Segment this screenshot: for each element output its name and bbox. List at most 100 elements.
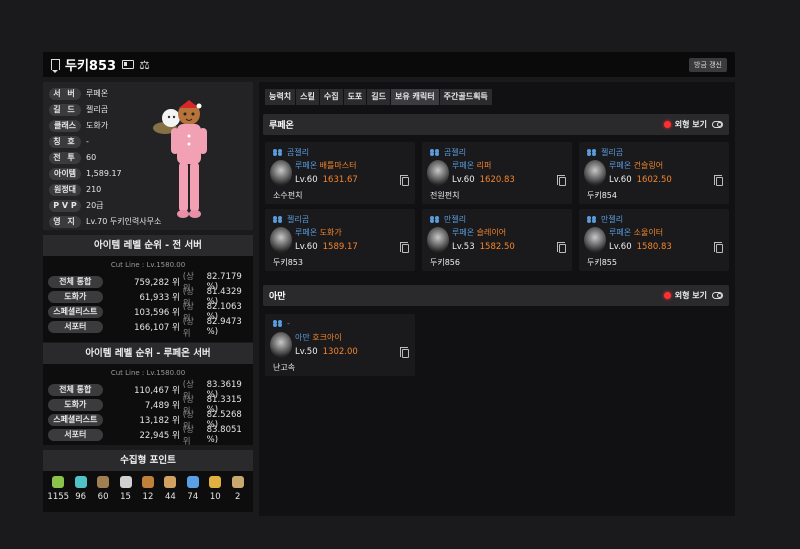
card-level-line: Lv.60 1620.83	[452, 175, 515, 185]
copy-icon[interactable]	[714, 242, 723, 253]
card-server-class: 루페온 소울이터	[609, 227, 663, 238]
character-portrait	[584, 160, 606, 186]
rank-label: 전체 통합	[48, 275, 103, 288]
collectible-item[interactable]: 60	[93, 476, 113, 502]
refresh-button[interactable]: 방금 갱신	[689, 57, 727, 72]
appearance-toggle[interactable]: 외형 보기	[663, 119, 723, 130]
copy-icon[interactable]	[400, 175, 409, 186]
main-panel: 능력치 스킬 수집 도포 길드 보유 캐릭터 주간골드획득 루페온 외형 보기 …	[259, 82, 735, 516]
rank-server-title: 아이템 레벨 순위 - 루페온 서버	[43, 343, 253, 364]
cutline-text: Cut Line : Lv.1580.00	[110, 261, 186, 269]
red-dot-icon	[663, 121, 671, 128]
card-server: 루페온	[609, 161, 632, 170]
card-level-line: Lv.53 1582.50	[452, 242, 515, 252]
toggle-icon[interactable]	[712, 292, 723, 299]
collectible-item[interactable]: 12	[138, 476, 158, 502]
card-level-line: Lv.60 1602.50	[609, 175, 672, 185]
world-tree-leaf-icon	[186, 476, 199, 488]
rank-value: 759,282 위	[134, 277, 180, 288]
copy-icon[interactable]	[557, 175, 566, 186]
card-guild: 젤리곰	[273, 214, 309, 225]
copy-icon[interactable]	[714, 175, 723, 186]
rank-value: 7,489 위	[144, 400, 180, 411]
collectible-item[interactable]: 74	[183, 476, 203, 502]
profile-label: 길 드	[49, 103, 81, 116]
section-server-name: 아만	[269, 292, 286, 302]
collectibles-title: 수집형 포인트	[43, 450, 253, 471]
profile-label: 전 투	[49, 151, 81, 164]
scale-icon[interactable]: ⚖	[139, 59, 150, 71]
character-card[interactable]: - 아만 호크아이 Lv.50 1302.00 난고속	[265, 314, 415, 376]
collectible-item[interactable]: 2	[228, 476, 248, 502]
card-guild: 만젤리	[430, 214, 466, 225]
character-card[interactable]: 곰젤리 루페온 리퍼 Lv.60 1620.83 전원펀치	[422, 142, 572, 204]
card-level-line: Lv.50 1302.00	[295, 347, 358, 357]
toggle-icon[interactable]	[712, 121, 723, 128]
guild-members-icon	[430, 149, 440, 156]
copy-icon[interactable]	[400, 242, 409, 253]
card-server-class: 루페온 도화가	[295, 227, 342, 238]
tab-weekly-gold[interactable]: 주간골드획득	[439, 89, 492, 105]
collectible-count: 44	[164, 492, 176, 502]
card-guild-name: -	[287, 319, 290, 328]
card-server-class: 루페온 슬레이어	[452, 227, 506, 238]
profile-value: 1,589.17	[86, 169, 122, 178]
rank-value: 13,182 위	[139, 415, 180, 426]
rank-value: 22,945 위	[139, 430, 180, 441]
tab-guild[interactable]: 길드	[367, 89, 391, 105]
tab-collection[interactable]: 수집	[319, 89, 343, 105]
card-item-level: 1589.17	[322, 242, 358, 252]
rank-value: 103,596 위	[134, 307, 180, 318]
guild-members-icon	[587, 216, 597, 223]
character-portrait	[270, 227, 292, 253]
profile-value: 도화가	[86, 121, 109, 130]
card-item-level: 1602.50	[636, 175, 672, 185]
character-card[interactable]: 곰젤리 루페온 배틀마스터 Lv.60 1631.67 소수펀치	[265, 142, 415, 204]
rank-label: 도화가	[48, 290, 103, 303]
tab-stats[interactable]: 능력치	[265, 89, 296, 105]
bookmark-icon[interactable]	[51, 59, 60, 73]
tab-skills[interactable]: 스킬	[296, 89, 319, 105]
card-server-class: 루페온 배틀마스터	[295, 160, 356, 171]
character-card[interactable]: 젤리곰 루페온 도화가 Lv.60 1589.17 두키853	[265, 209, 415, 271]
collectible-count: 1155	[47, 492, 70, 502]
character-portrait	[427, 227, 449, 253]
profile-row-stronghold: 영 지 Lv.70 두키인력사무소	[49, 215, 161, 228]
collectible-item[interactable]: 96	[71, 476, 91, 502]
character-card[interactable]: 만젤리 루페온 소울이터 Lv.60 1580.83 두키855	[579, 209, 729, 271]
card-guild: 곰젤리	[273, 147, 309, 158]
collectible-item[interactable]: 15	[116, 476, 136, 502]
card-server: 루페온	[609, 228, 632, 237]
rank-label: 서포터	[48, 320, 103, 333]
tab-characters[interactable]: 보유 캐릭터	[391, 89, 439, 105]
profile-row-title: 칭 호 -	[49, 135, 89, 148]
card-level: Lv.60	[452, 175, 475, 185]
card-level: Lv.60	[609, 242, 632, 252]
card-level: Lv.60	[295, 175, 318, 185]
card-item-level: 1631.67	[322, 175, 358, 185]
rank-value: 61,933 위	[139, 292, 180, 303]
profile-label: 아이템	[49, 167, 81, 180]
character-card[interactable]: 젤리곰 루페온 건슬링어 Lv.60 1602.50 두키854	[579, 142, 729, 204]
card-server-class: 아만 호크아이	[295, 332, 342, 343]
profile-row-combat: 전 투 60	[49, 151, 96, 164]
collectible-item[interactable]: 10	[205, 476, 225, 502]
tab-avatar[interactable]: 도포	[343, 89, 367, 105]
appearance-toggle[interactable]: 외형 보기	[663, 290, 723, 301]
id-card-icon[interactable]	[122, 60, 135, 69]
copy-icon[interactable]	[400, 347, 409, 358]
card-level-line: Lv.60 1580.83	[609, 242, 672, 252]
rank-label: 도화가	[48, 398, 103, 411]
profile-row-guild: 길 드 젤리곰	[49, 103, 108, 116]
profile-value: 60	[86, 153, 97, 162]
card-guild: -	[273, 319, 290, 328]
card-character-name: 두키855	[587, 258, 617, 267]
rank-server-panel: 아이템 레벨 순위 - 루페온 서버 Cut Line : Lv.1580.00…	[43, 343, 253, 447]
copy-icon[interactable]	[557, 242, 566, 253]
guild-members-icon	[430, 216, 440, 223]
collectible-item[interactable]: 1155	[47, 476, 70, 502]
collectible-item[interactable]: 44	[160, 476, 180, 502]
collectible-count: 10	[209, 492, 221, 502]
orgel-icon	[231, 476, 244, 488]
character-card[interactable]: 만젤리 루페온 슬레이어 Lv.53 1582.50 두키856	[422, 209, 572, 271]
